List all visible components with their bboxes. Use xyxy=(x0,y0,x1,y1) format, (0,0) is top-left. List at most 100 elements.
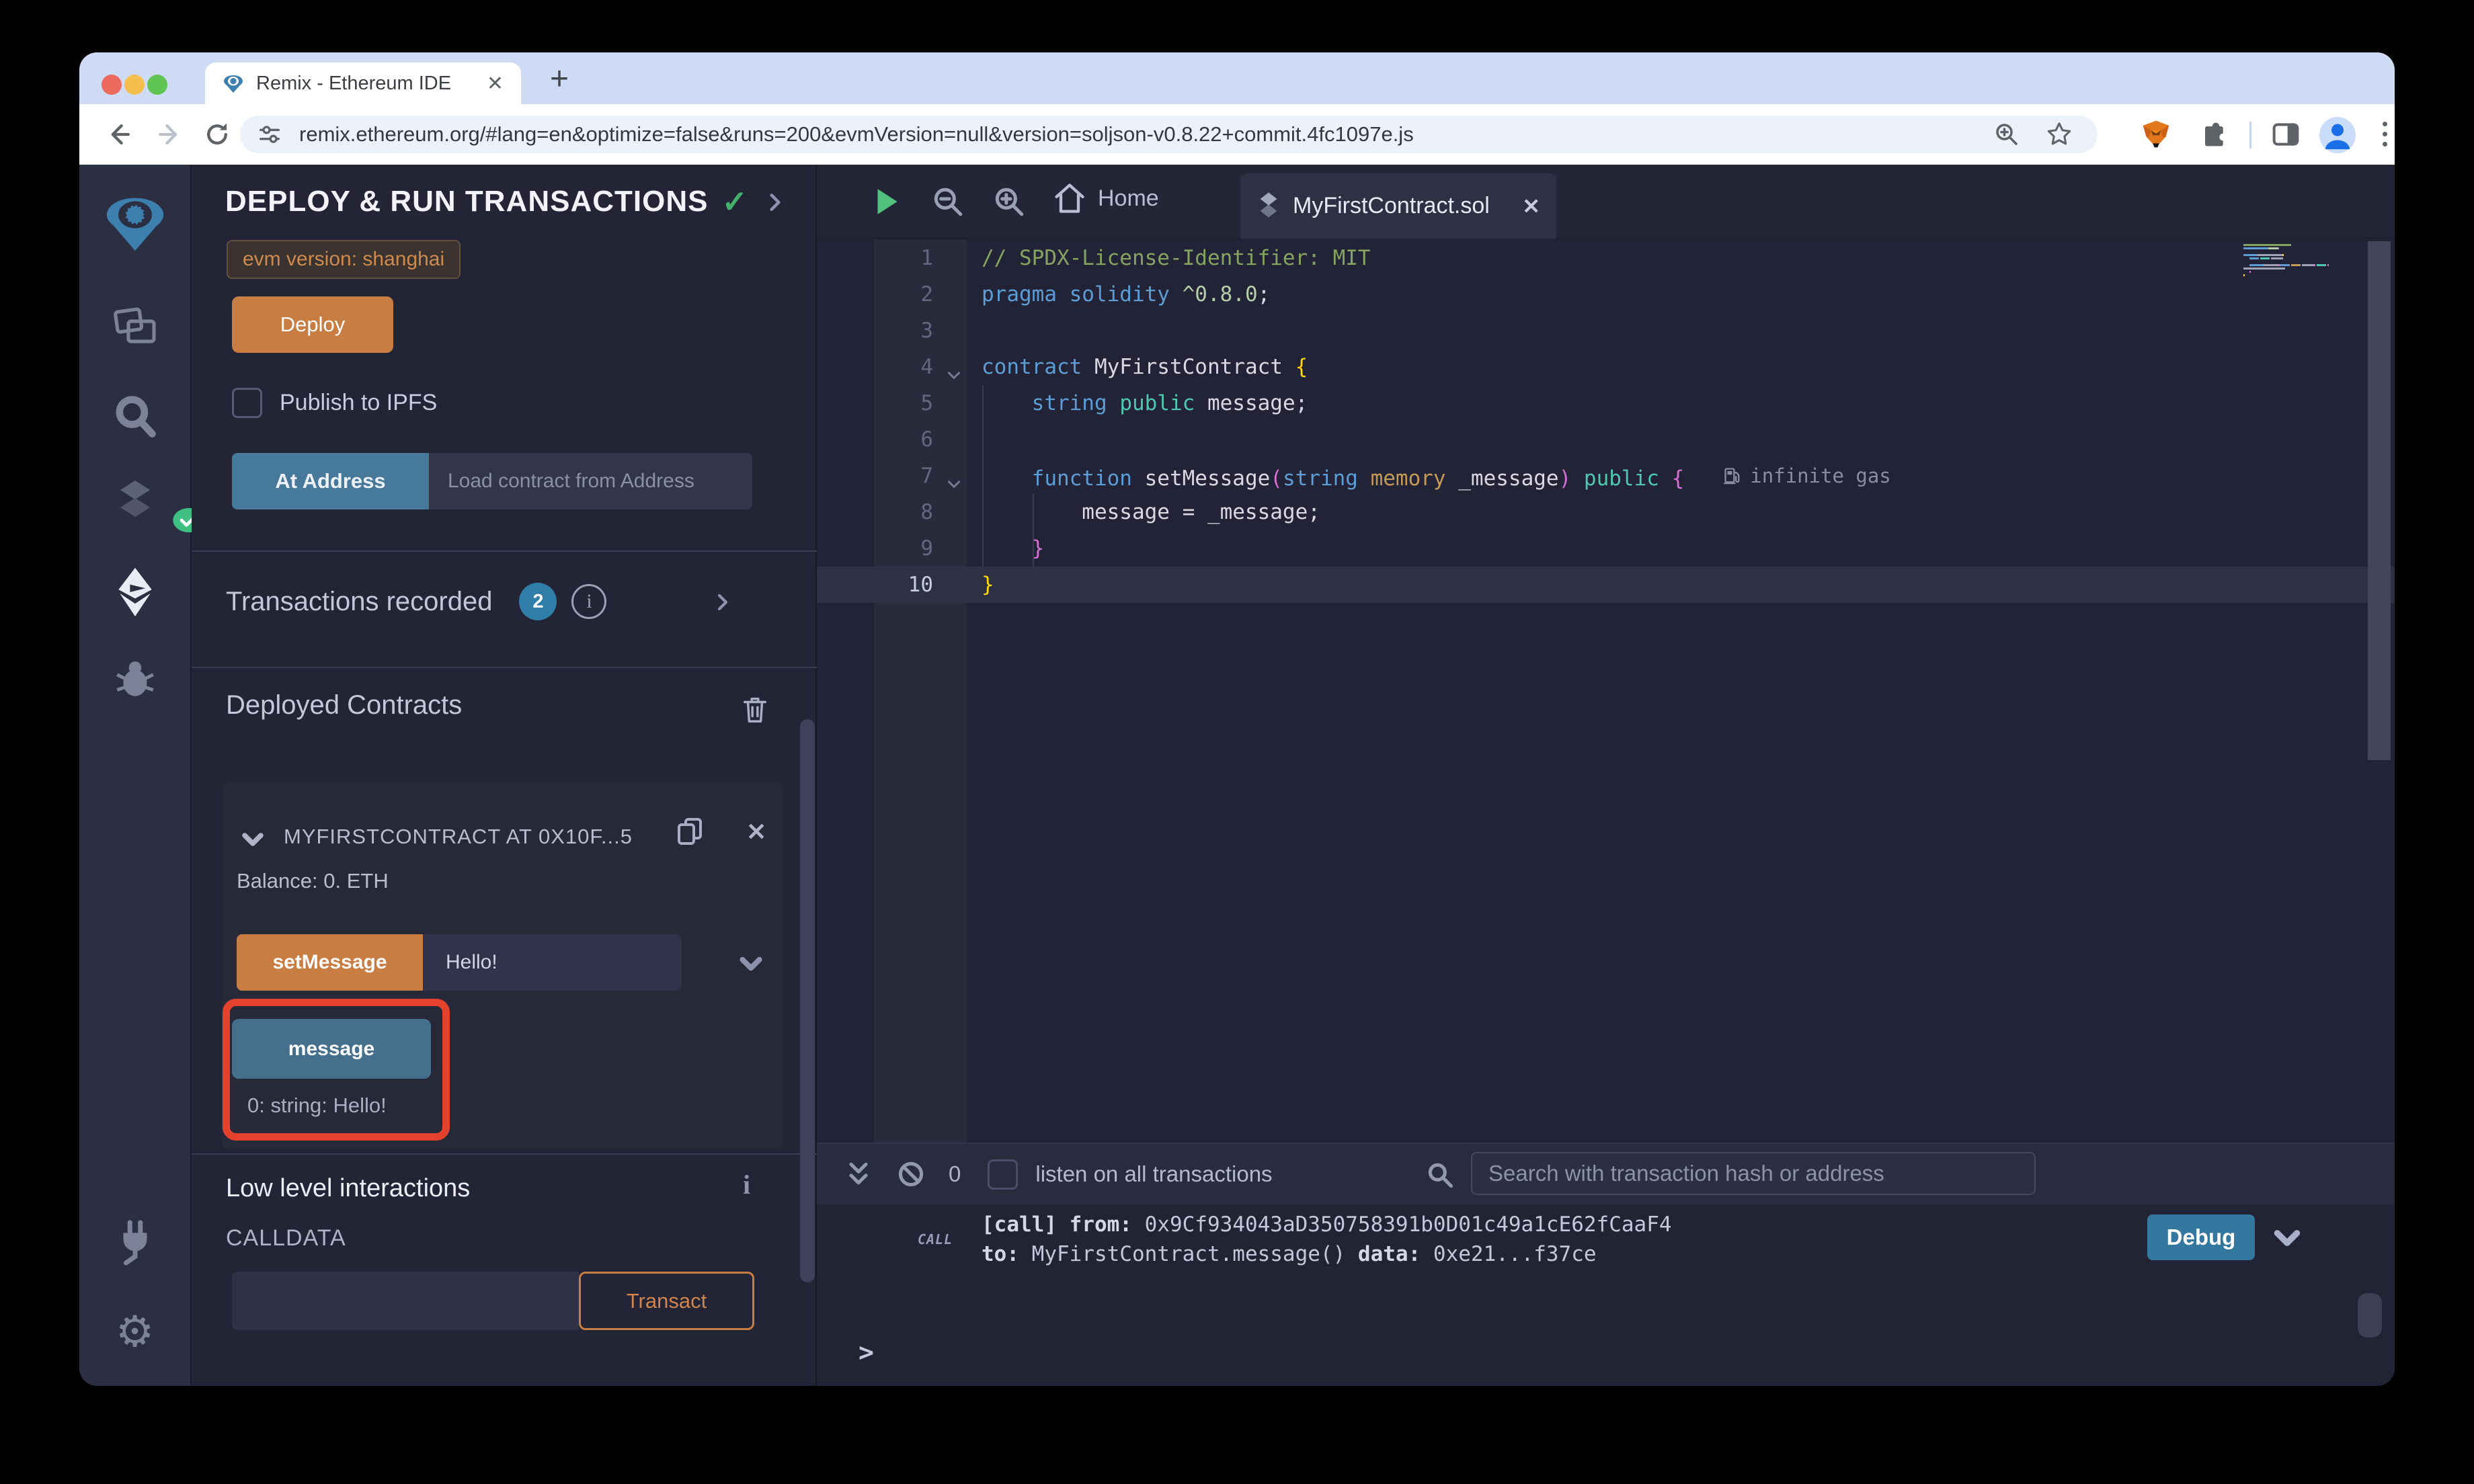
home-tab-label: Home xyxy=(1098,186,1159,212)
side-panel-icon[interactable] xyxy=(2270,118,2302,151)
transactions-count-badge: 2 xyxy=(519,583,557,620)
code-line[interactable]: 4contract MyFirstContract { xyxy=(817,349,2395,385)
code-line[interactable]: 9 } xyxy=(817,530,2395,567)
maximize-window-button[interactable] xyxy=(147,75,167,95)
low-level-title: Low level interactions xyxy=(226,1174,470,1203)
at-address-input[interactable] xyxy=(429,453,752,509)
page-zoom-icon[interactable] xyxy=(1993,120,2021,149)
metamask-extension-icon[interactable] xyxy=(2140,118,2172,151)
set-message-button[interactable]: setMessage xyxy=(237,934,423,991)
collapse-terminal-icon[interactable] xyxy=(844,1159,873,1189)
fold-chevron-icon[interactable] xyxy=(945,468,963,485)
settings-gear-icon[interactable]: ⚙ xyxy=(79,1307,190,1357)
remix-favicon-icon xyxy=(223,73,244,94)
publish-ipfs-checkbox[interactable] xyxy=(232,388,262,418)
panel-divider xyxy=(192,1153,817,1155)
browser-menu-icon[interactable] xyxy=(2381,122,2388,151)
contract-collapse-chevron-icon[interactable] xyxy=(241,827,265,852)
terminal-log-line: [call] from: 0x9Cf934043aD350758391b0D01… xyxy=(982,1210,1672,1239)
calldata-label: CALLDATA xyxy=(226,1225,346,1251)
code-line[interactable]: 2pragma solidity ^0.8.0; xyxy=(817,276,2395,313)
panel-scrollbar[interactable] xyxy=(800,719,815,1282)
clear-deployed-trash-icon[interactable] xyxy=(740,694,770,725)
line-number: 5 xyxy=(874,385,967,421)
code-line[interactable]: 7 function setMessage(string memory _mes… xyxy=(817,458,2395,494)
reload-icon[interactable] xyxy=(202,119,233,150)
debugger-icon[interactable] xyxy=(79,657,190,701)
contract-balance: Balance: 0. ETH xyxy=(237,869,389,893)
editor-tabbar: Home MyFirstContract.sol ✕ xyxy=(817,165,2395,239)
terminal-prompt: > xyxy=(859,1337,874,1367)
file-tab-close-icon[interactable]: ✕ xyxy=(1522,194,1540,219)
profile-avatar[interactable] xyxy=(2319,117,2356,153)
code-line[interactable]: 8 message = _message; xyxy=(817,494,2395,530)
new-tab-button[interactable]: + xyxy=(550,60,569,97)
search-icon[interactable] xyxy=(79,392,190,442)
code-line[interactable]: 1// SPDX-License-Identifier: MIT xyxy=(817,240,2395,276)
address-bar[interactable]: remix.ethereum.org/#lang=en&optimize=fal… xyxy=(240,116,2098,153)
set-message-expand-chevron-icon[interactable] xyxy=(738,951,764,977)
bookmark-star-icon[interactable] xyxy=(2045,120,2073,149)
close-window-button[interactable] xyxy=(102,75,122,95)
fold-chevron-icon[interactable] xyxy=(945,359,963,376)
minimize-window-button[interactable] xyxy=(124,75,145,95)
site-settings-icon[interactable] xyxy=(256,121,283,148)
code-line[interactable]: 10} xyxy=(817,567,2395,603)
contract-header: MYFIRSTCONTRACT AT 0X10F...5 xyxy=(284,825,667,849)
copy-address-icon[interactable] xyxy=(674,815,706,848)
deploy-run-icon[interactable] xyxy=(79,567,190,618)
code-line[interactable]: 3 xyxy=(817,313,2395,349)
run-script-play-icon[interactable] xyxy=(869,185,903,218)
solidity-compiler-icon[interactable] xyxy=(79,479,190,526)
call-type-label: CALL xyxy=(918,1231,953,1247)
minimap[interactable] xyxy=(2243,244,2358,278)
code-text: message = _message; xyxy=(967,494,1320,530)
low-level-info-icon[interactable]: i xyxy=(743,1169,750,1200)
zoom-out-icon[interactable] xyxy=(931,185,965,218)
remix-logo-icon[interactable] xyxy=(79,192,190,253)
line-number: 2 xyxy=(874,276,967,313)
transact-button[interactable]: Transact xyxy=(579,1272,754,1330)
debug-button[interactable]: Debug xyxy=(2147,1214,2255,1260)
main-column: Home MyFirstContract.sol ✕ 1// SPDX-Lice… xyxy=(817,165,2395,1386)
forward-icon[interactable] xyxy=(153,119,184,150)
icon-rail: ⚙ xyxy=(79,165,192,1386)
indent-guide xyxy=(1033,494,1034,567)
listen-all-label: listen on all transactions xyxy=(1035,1161,1272,1187)
transactions-chevron-icon[interactable] xyxy=(713,592,733,612)
calldata-input[interactable] xyxy=(232,1272,579,1330)
terminal-log-line: to: MyFirstContract.message() data: 0xe2… xyxy=(982,1239,1672,1269)
tab-close-icon[interactable]: ✕ xyxy=(487,72,504,95)
code-line[interactable]: 6 xyxy=(817,421,2395,458)
file-explorer-icon[interactable] xyxy=(79,302,190,351)
browser-tab-title: Remix - Ethereum IDE xyxy=(256,73,487,95)
code-editor[interactable]: 1// SPDX-License-Identifier: MIT2pragma … xyxy=(817,240,2395,1143)
browser-tab[interactable]: Remix - Ethereum IDE ✕ xyxy=(205,63,521,104)
url-text[interactable]: remix.ethereum.org/#lang=en&optimize=fal… xyxy=(299,122,1993,147)
back-icon[interactable] xyxy=(104,119,135,150)
terminal-scrollbar[interactable] xyxy=(2358,1293,2382,1337)
editor-scrollbar[interactable] xyxy=(2368,241,2391,760)
code-text: string public message; xyxy=(967,385,1308,421)
clear-console-icon[interactable] xyxy=(896,1159,926,1189)
set-message-input[interactable] xyxy=(423,934,682,991)
tab-home[interactable]: Home xyxy=(1052,181,1159,216)
terminal-search-input[interactable] xyxy=(1471,1152,2036,1195)
zoom-in-icon[interactable] xyxy=(992,185,1026,218)
at-address-button[interactable]: At Address xyxy=(232,453,429,509)
plugin-manager-icon[interactable] xyxy=(79,1219,190,1266)
code-line[interactable]: 5 string public message; xyxy=(817,385,2395,421)
deploy-button[interactable]: Deploy xyxy=(232,296,393,353)
terminal-search-icon xyxy=(1425,1160,1455,1190)
panel-chevron-right-icon[interactable] xyxy=(764,192,786,213)
tab-myfirstcontract[interactable]: MyFirstContract.sol ✕ xyxy=(1240,173,1556,239)
remove-contract-icon[interactable]: ✕ xyxy=(746,818,766,846)
indent-guide xyxy=(982,385,984,567)
code-text: pragma solidity ^0.8.0; xyxy=(967,276,1270,313)
extensions-puzzle-icon[interactable] xyxy=(2197,118,2229,151)
info-circle-icon[interactable]: i xyxy=(571,584,606,619)
home-icon xyxy=(1052,181,1087,216)
terminal-log[interactable]: [call] from: 0x9Cf934043aD350758391b0D01… xyxy=(982,1210,1672,1269)
log-expand-chevron-icon[interactable] xyxy=(2272,1223,2302,1253)
listen-all-checkbox[interactable] xyxy=(988,1159,1018,1190)
